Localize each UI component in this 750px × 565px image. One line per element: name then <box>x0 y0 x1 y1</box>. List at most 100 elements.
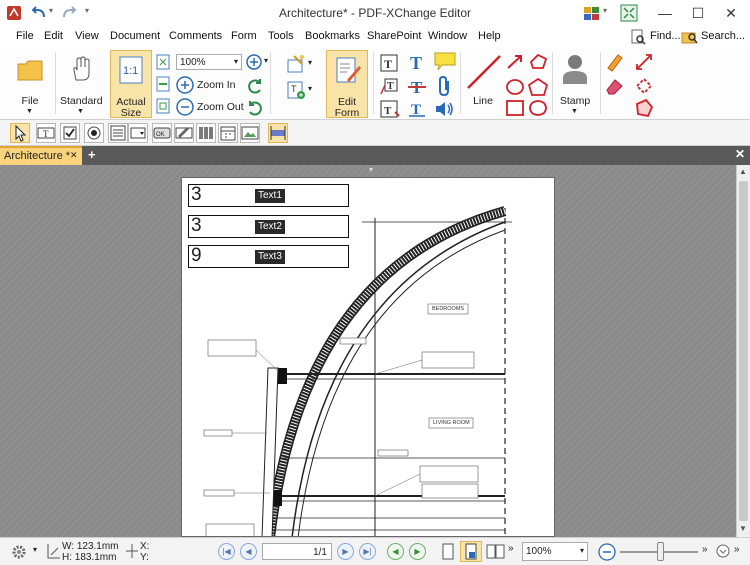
area-icon[interactable] <box>634 98 654 118</box>
edit-form-button[interactable]: Edit Form <box>326 50 368 119</box>
text-box-icon[interactable]: T <box>406 52 428 72</box>
next-view-button[interactable]: ▶ <box>409 543 426 560</box>
form-field-text1[interactable]: 3 Text1 <box>188 184 349 207</box>
search-icon[interactable] <box>681 29 699 45</box>
align-fields-tool[interactable] <box>268 123 288 143</box>
pentagon-icon[interactable] <box>528 78 548 96</box>
form-fields-dropdown-icon[interactable]: ▾ <box>308 84 312 93</box>
zoom-menu-icon[interactable]: ▾ <box>264 56 268 65</box>
image-field-tool[interactable] <box>240 123 260 143</box>
status-zoom-out-icon[interactable] <box>598 543 616 561</box>
standard-button[interactable]: Standard ▼ <box>60 50 103 118</box>
tab-close-icon[interactable]: ✕ <box>70 150 78 161</box>
underline-icon[interactable]: T <box>406 100 428 118</box>
form-field-text2[interactable]: 3 Text2 <box>188 215 349 238</box>
fit-width-icon[interactable] <box>155 76 171 92</box>
find-button[interactable]: Find... <box>650 30 681 42</box>
typewriter-icon[interactable]: T <box>380 54 398 72</box>
more-views-icon[interactable]: » <box>508 543 514 554</box>
menu-sharepoint[interactable]: SharePoint <box>367 30 421 42</box>
collapse-toolbar-icon[interactable]: ▾ <box>369 165 373 174</box>
menu-comments[interactable]: Comments <box>169 30 222 42</box>
eraser-icon[interactable] <box>604 76 624 96</box>
rotate-right-icon[interactable] <box>246 100 264 116</box>
maximize-button[interactable]: ☐ <box>681 0 715 26</box>
rectangle-icon[interactable] <box>506 100 524 116</box>
form-wizard-icon[interactable] <box>286 54 306 74</box>
gear-icon[interactable] <box>10 543 30 561</box>
menu-document[interactable]: Document <box>110 30 160 42</box>
settings-dropdown-icon[interactable]: ▾ <box>33 545 37 554</box>
zoom-out-button[interactable]: Zoom Out <box>197 101 244 113</box>
cloud-icon[interactable] <box>528 99 548 117</box>
zoom-combo[interactable]: 100% ▾ <box>176 54 242 70</box>
next-page-button[interactable]: ▶ <box>337 543 354 560</box>
select-annotation-tool[interactable] <box>10 123 30 143</box>
scroll-up-icon[interactable]: ▲ <box>739 167 747 176</box>
find-icon[interactable] <box>630 29 646 45</box>
close-button[interactable]: ✕ <box>714 0 748 26</box>
file-button[interactable]: File ▼ <box>8 50 52 118</box>
menu-edit[interactable]: Edit <box>44 30 63 42</box>
status-circle-icon[interactable] <box>716 544 730 558</box>
new-tab-icon[interactable]: + <box>88 147 96 162</box>
zoom-in-button[interactable]: Zoom In <box>197 79 236 91</box>
menu-tools[interactable]: Tools <box>268 30 294 42</box>
form-field-text3[interactable]: 9 Text3 <box>188 245 349 268</box>
stamp-button[interactable]: Stamp ▼ <box>555 50 595 118</box>
signature-tool[interactable] <box>174 123 194 143</box>
scrollbar-thumb[interactable] <box>739 181 748 521</box>
continuous-view-button[interactable] <box>460 541 482 562</box>
status-expand-icon[interactable]: » <box>734 544 740 555</box>
fullscreen-icon[interactable] <box>620 4 638 22</box>
polygon-icon[interactable] <box>528 53 548 71</box>
sound-icon[interactable] <box>434 100 456 118</box>
pdf-page[interactable]: BEDROOMS LIVING ROOM 3 Text1 3 Text2 9 T… <box>181 177 555 537</box>
perimeter-icon[interactable] <box>634 76 654 96</box>
date-field-tool[interactable] <box>218 123 238 143</box>
menu-form[interactable]: Form <box>231 30 257 42</box>
close-all-tabs-icon[interactable]: ✕ <box>735 147 745 161</box>
first-page-button[interactable]: |◀ <box>218 543 235 560</box>
menu-window[interactable]: Window <box>428 30 467 42</box>
form-wizard-dropdown-icon[interactable]: ▾ <box>308 58 312 67</box>
search-button[interactable]: Search... <box>701 30 745 42</box>
radio-button-tool[interactable] <box>84 123 104 143</box>
scroll-down-icon[interactable]: ▼ <box>739 524 747 533</box>
line-tool-button[interactable]: Line <box>463 50 503 118</box>
ui-options-dropdown-icon[interactable]: ▾ <box>603 6 607 15</box>
menu-bookmarks[interactable]: Bookmarks <box>305 30 360 42</box>
tab-architecture[interactable]: Architecture * ✕ <box>0 146 82 165</box>
area-text-icon[interactable]: T <box>380 100 400 118</box>
form-fields-icon[interactable]: T <box>286 80 306 100</box>
status-zoom-combo[interactable]: 100% ▾ <box>522 542 588 561</box>
actual-size-button[interactable]: 1:1 Actual Size <box>110 50 152 119</box>
zoom-slider-thumb[interactable] <box>657 542 664 561</box>
vertical-scrollbar[interactable]: ▲ ▼ <box>736 165 750 537</box>
menu-view[interactable]: View <box>75 30 99 42</box>
ui-options-icon[interactable] <box>583 5 601 21</box>
sticky-note-icon[interactable] <box>434 52 456 72</box>
barcode-tool[interactable] <box>196 123 216 143</box>
page-number-field[interactable]: 1/1 <box>262 543 332 560</box>
strikeout-icon[interactable]: T <box>406 76 428 96</box>
last-page-button[interactable]: ▶| <box>359 543 376 560</box>
checkbox-tool[interactable] <box>60 123 80 143</box>
zoom-in-small-icon[interactable] <box>246 54 262 70</box>
list-box-tool[interactable] <box>108 123 128 143</box>
previous-page-button[interactable]: ◀ <box>240 543 257 560</box>
combo-box-tool[interactable] <box>128 123 148 143</box>
distance-icon[interactable] <box>634 52 654 72</box>
menu-help[interactable]: Help <box>478 30 501 42</box>
fit-page-icon[interactable] <box>155 54 171 70</box>
button-tool[interactable]: OK <box>152 123 172 143</box>
previous-view-button[interactable]: ◀ <box>387 543 404 560</box>
text-field-tool[interactable]: T <box>36 123 56 143</box>
single-page-icon[interactable] <box>441 543 455 561</box>
fit-visible-icon[interactable] <box>155 98 171 114</box>
oval-icon[interactable] <box>506 78 524 96</box>
callout-icon[interactable]: T <box>380 78 398 96</box>
attachment-icon[interactable] <box>436 76 454 96</box>
minimize-button[interactable]: — <box>648 0 682 26</box>
facing-pages-icon[interactable] <box>486 543 506 561</box>
